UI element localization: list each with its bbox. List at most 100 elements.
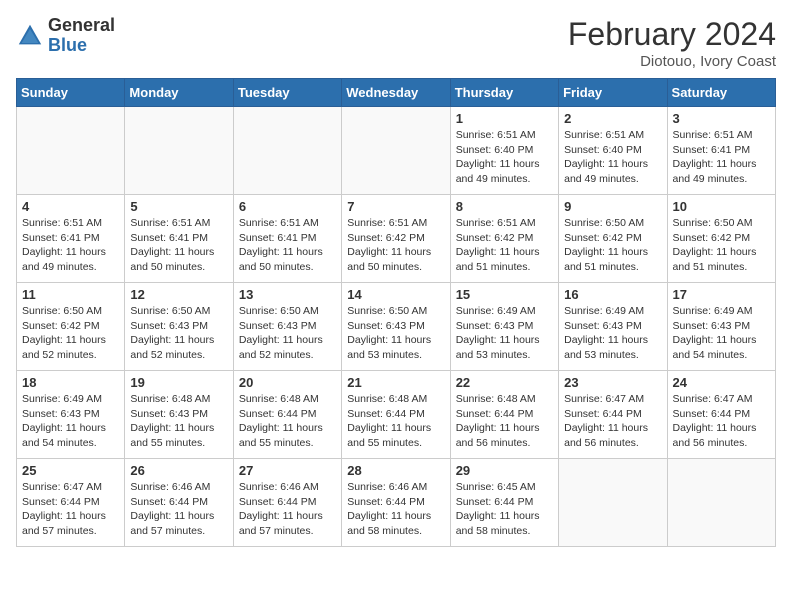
calendar-cell: [559, 459, 667, 547]
day-number: 19: [130, 375, 227, 390]
day-info: Sunrise: 6:50 AMSunset: 6:43 PMDaylight:…: [130, 304, 227, 363]
calendar-table: SundayMondayTuesdayWednesdayThursdayFrid…: [16, 78, 776, 547]
day-number: 22: [456, 375, 553, 390]
day-number: 27: [239, 463, 336, 478]
day-number: 13: [239, 287, 336, 302]
calendar-cell: [125, 107, 233, 195]
calendar-cell: 24 Sunrise: 6:47 AMSunset: 6:44 PMDayligh…: [667, 371, 775, 459]
day-number: 24: [673, 375, 770, 390]
calendar-cell: 26 Sunrise: 6:46 AMSunset: 6:44 PMDayligh…: [125, 459, 233, 547]
day-info: Sunrise: 6:51 AMSunset: 6:40 PMDaylight:…: [456, 128, 553, 187]
day-number: 18: [22, 375, 119, 390]
day-info: Sunrise: 6:50 AMSunset: 6:43 PMDaylight:…: [347, 304, 444, 363]
day-info: Sunrise: 6:51 AMSunset: 6:42 PMDaylight:…: [456, 216, 553, 275]
calendar-cell: [233, 107, 341, 195]
calendar-week-row: 11 Sunrise: 6:50 AMSunset: 6:42 PMDayligh…: [17, 283, 776, 371]
calendar-cell: 13 Sunrise: 6:50 AMSunset: 6:43 PMDayligh…: [233, 283, 341, 371]
day-info: Sunrise: 6:48 AMSunset: 6:44 PMDaylight:…: [347, 392, 444, 451]
calendar-cell: 5 Sunrise: 6:51 AMSunset: 6:41 PMDaylight…: [125, 195, 233, 283]
day-info: Sunrise: 6:45 AMSunset: 6:44 PMDaylight:…: [456, 480, 553, 539]
calendar-cell: 19Sunrise: 6:48 AMSunset: 6:43 PMDayligh…: [125, 371, 233, 459]
calendar-cell: [17, 107, 125, 195]
logo-text-general: General: [48, 16, 115, 36]
calendar-cell: 27 Sunrise: 6:46 AMSunset: 6:44 PMDayligh…: [233, 459, 341, 547]
day-info: Sunrise: 6:50 AMSunset: 6:42 PMDaylight:…: [564, 216, 661, 275]
weekday-header-friday: Friday: [559, 79, 667, 107]
day-number: 21: [347, 375, 444, 390]
weekday-header-tuesday: Tuesday: [233, 79, 341, 107]
calendar-week-row: 4 Sunrise: 6:51 AMSunset: 6:41 PMDaylight…: [17, 195, 776, 283]
day-number: 28: [347, 463, 444, 478]
weekday-header-wednesday: Wednesday: [342, 79, 450, 107]
day-info: Sunrise: 6:47 AMSunset: 6:44 PMDaylight:…: [564, 392, 661, 451]
day-number: 23: [564, 375, 661, 390]
calendar-cell: 11 Sunrise: 6:50 AMSunset: 6:42 PMDayligh…: [17, 283, 125, 371]
calendar-cell: 23 Sunrise: 6:47 AMSunset: 6:44 PMDayligh…: [559, 371, 667, 459]
calendar-cell: 25 Sunrise: 6:47 AMSunset: 6:44 PMDayligh…: [17, 459, 125, 547]
calendar-cell: [667, 459, 775, 547]
calendar-cell: 18 Sunrise: 6:49 AMSunset: 6:43 PMDayligh…: [17, 371, 125, 459]
day-info: Sunrise: 6:49 AMSunset: 6:43 PMDaylight:…: [456, 304, 553, 363]
day-info: Sunrise: 6:51 AMSunset: 6:42 PMDaylight:…: [347, 216, 444, 275]
calendar-cell: 21 Sunrise: 6:48 AMSunset: 6:44 PMDayligh…: [342, 371, 450, 459]
day-info: Sunrise: 6:47 AMSunset: 6:44 PMDaylight:…: [673, 392, 770, 451]
day-info: Sunrise: 6:46 AMSunset: 6:44 PMDaylight:…: [239, 480, 336, 539]
day-info: Sunrise: 6:51 AMSunset: 6:41 PMDaylight:…: [130, 216, 227, 275]
calendar-cell: 16 Sunrise: 6:49 AMSunset: 6:43 PMDayligh…: [559, 283, 667, 371]
day-info: Sunrise: 6:50 AMSunset: 6:42 PMDaylight:…: [22, 304, 119, 363]
day-number: 1: [456, 111, 553, 126]
day-info: Sunrise: 6:51 AMSunset: 6:40 PMDaylight:…: [564, 128, 661, 187]
calendar-cell: 28 Sunrise: 6:46 AMSunset: 6:44 PMDayligh…: [342, 459, 450, 547]
day-number: 17: [673, 287, 770, 302]
calendar-cell: 2 Sunrise: 6:51 AMSunset: 6:40 PMDaylight…: [559, 107, 667, 195]
day-number: 14: [347, 287, 444, 302]
day-number: 2: [564, 111, 661, 126]
day-info: Sunrise: 6:49 AMSunset: 6:43 PMDaylight:…: [673, 304, 770, 363]
day-number: 4: [22, 199, 119, 214]
weekday-header-saturday: Saturday: [667, 79, 775, 107]
day-number: 20: [239, 375, 336, 390]
calendar-cell: 15Sunrise: 6:49 AMSunset: 6:43 PMDayligh…: [450, 283, 558, 371]
month-year-title: February 2024: [568, 16, 776, 53]
day-info: Sunrise: 6:46 AMSunset: 6:44 PMDaylight:…: [347, 480, 444, 539]
day-number: 9: [564, 199, 661, 214]
logo: General Blue: [16, 16, 115, 56]
calendar-cell: 14 Sunrise: 6:50 AMSunset: 6:43 PMDayligh…: [342, 283, 450, 371]
day-info: Sunrise: 6:51 AMSunset: 6:41 PMDaylight:…: [239, 216, 336, 275]
day-number: 25: [22, 463, 119, 478]
calendar-cell: [342, 107, 450, 195]
calendar-cell: 3Sunrise: 6:51 AMSunset: 6:41 PMDaylight…: [667, 107, 775, 195]
day-info: Sunrise: 6:46 AMSunset: 6:44 PMDaylight:…: [130, 480, 227, 539]
weekday-header-thursday: Thursday: [450, 79, 558, 107]
calendar-cell: 1 Sunrise: 6:51 AMSunset: 6:40 PMDaylight…: [450, 107, 558, 195]
day-number: 26: [130, 463, 227, 478]
day-number: 10: [673, 199, 770, 214]
calendar-week-row: 18 Sunrise: 6:49 AMSunset: 6:43 PMDayligh…: [17, 371, 776, 459]
day-info: Sunrise: 6:49 AMSunset: 6:43 PMDaylight:…: [564, 304, 661, 363]
weekday-header-monday: Monday: [125, 79, 233, 107]
calendar-cell: 9 Sunrise: 6:50 AMSunset: 6:42 PMDaylight…: [559, 195, 667, 283]
calendar-cell: 20 Sunrise: 6:48 AMSunset: 6:44 PMDayligh…: [233, 371, 341, 459]
calendar-cell: 10Sunrise: 6:50 AMSunset: 6:42 PMDayligh…: [667, 195, 775, 283]
calendar-cell: 29 Sunrise: 6:45 AMSunset: 6:44 PMDayligh…: [450, 459, 558, 547]
day-info: Sunrise: 6:48 AMSunset: 6:44 PMDaylight:…: [239, 392, 336, 451]
calendar-cell: 12 Sunrise: 6:50 AMSunset: 6:43 PMDayligh…: [125, 283, 233, 371]
day-number: 12: [130, 287, 227, 302]
calendar-cell: 17 Sunrise: 6:49 AMSunset: 6:43 PMDayligh…: [667, 283, 775, 371]
day-info: Sunrise: 6:49 AMSunset: 6:43 PMDaylight:…: [22, 392, 119, 451]
calendar-cell: 8Sunrise: 6:51 AMSunset: 6:42 PMDaylight…: [450, 195, 558, 283]
calendar-cell: 6Sunrise: 6:51 AMSunset: 6:41 PMDaylight…: [233, 195, 341, 283]
day-number: 29: [456, 463, 553, 478]
calendar-week-row: 1 Sunrise: 6:51 AMSunset: 6:40 PMDaylight…: [17, 107, 776, 195]
day-number: 7: [347, 199, 444, 214]
day-info: Sunrise: 6:50 AMSunset: 6:43 PMDaylight:…: [239, 304, 336, 363]
weekday-header-row: SundayMondayTuesdayWednesdayThursdayFrid…: [17, 79, 776, 107]
calendar-cell: 7 Sunrise: 6:51 AMSunset: 6:42 PMDaylight…: [342, 195, 450, 283]
calendar-cell: 4Sunrise: 6:51 AMSunset: 6:41 PMDaylight…: [17, 195, 125, 283]
day-number: 16: [564, 287, 661, 302]
day-number: 11: [22, 287, 119, 302]
day-info: Sunrise: 6:47 AMSunset: 6:44 PMDaylight:…: [22, 480, 119, 539]
logo-icon: [16, 22, 44, 50]
day-number: 5: [130, 199, 227, 214]
title-block: February 2024 Diotouo, Ivory Coast: [568, 16, 776, 70]
